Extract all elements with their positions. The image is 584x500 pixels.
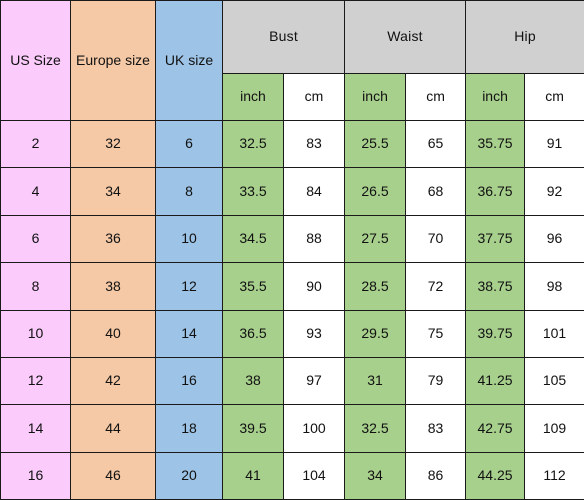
header-hip-cm: cm [524,73,584,121]
cell-europe-size: 32 [70,119,156,169]
cell-waist-cm: 65 [405,119,467,169]
cell-uk-size: 6 [155,119,223,169]
header-us-size: US Size [0,0,71,121]
cell-uk-size: 12 [155,262,223,311]
header-bust-inch: inch [222,73,284,121]
cell-hip-inch: 37.75 [465,214,526,264]
cell-uk-size: 10 [155,214,223,264]
cell-uk-size: 14 [155,309,223,358]
cell-hip-inch: 39.75 [465,309,526,358]
cell-waist-cm: 86 [405,451,467,500]
size-chart-table: US Size Europe size UK size Bust Waist H… [0,0,584,500]
table-row: 6 36 10 34.5 88 27.5 70 37.75 96 [0,214,584,264]
cell-bust-cm: 83 [282,119,346,169]
cell-uk-size: 8 [155,167,223,216]
cell-us-size: 10 [0,309,71,358]
cell-waist-inch: 28.5 [344,262,407,311]
header-hip: Hip [465,0,584,74]
cell-europe-size: 38 [70,262,156,311]
cell-waist-cm: 75 [405,309,467,358]
cell-hip-cm: 105 [524,356,584,406]
cell-bust-cm: 104 [282,451,346,500]
cell-bust-cm: 84 [282,167,346,216]
cell-hip-inch: 36.75 [465,167,526,216]
cell-hip-cm: 98 [524,262,584,311]
cell-us-size: 14 [0,404,71,453]
cell-hip-inch: 41.25 [465,356,526,406]
cell-uk-size: 20 [155,451,223,500]
table-row: 14 44 18 39.5 100 32.5 83 42.75 109 [0,404,584,453]
table-row: 16 46 20 41 104 34 86 44.25 112 [0,451,584,500]
cell-waist-inch: 32.5 [344,404,407,453]
cell-waist-inch: 34 [344,451,407,500]
cell-bust-cm: 97 [282,356,346,406]
cell-hip-inch: 35.75 [465,119,526,169]
cell-hip-cm: 101 [524,309,584,358]
table-row: 10 40 14 36.5 93 29.5 75 39.75 101 [0,309,584,358]
cell-us-size: 2 [0,119,71,169]
cell-hip-cm: 112 [524,451,584,500]
table-row: 12 42 16 38 97 31 79 41.25 105 [0,356,584,406]
cell-bust-cm: 90 [282,262,346,311]
cell-hip-inch: 44.25 [465,451,526,500]
cell-uk-size: 18 [155,404,223,453]
cell-us-size: 4 [0,167,71,216]
cell-bust-inch: 33.5 [222,167,284,216]
cell-europe-size: 42 [70,356,156,406]
cell-waist-cm: 70 [405,214,467,264]
cell-bust-cm: 88 [282,214,346,264]
cell-hip-cm: 109 [524,404,584,453]
cell-waist-inch: 26.5 [344,167,407,216]
cell-waist-cm: 79 [405,356,467,406]
cell-europe-size: 44 [70,404,156,453]
cell-hip-inch: 38.75 [465,262,526,311]
cell-europe-size: 40 [70,309,156,358]
cell-bust-cm: 100 [282,404,346,453]
table-row: 2 32 6 32.5 83 25.5 65 35.75 91 [0,119,584,169]
cell-hip-cm: 96 [524,214,584,264]
cell-bust-cm: 93 [282,309,346,358]
cell-uk-size: 16 [155,356,223,406]
cell-bust-inch: 41 [222,451,284,500]
cell-bust-inch: 38 [222,356,284,406]
cell-waist-inch: 29.5 [344,309,407,358]
table-body: 2 32 6 32.5 83 25.5 65 35.75 91 4 34 8 3… [0,119,584,500]
table-row: 4 34 8 33.5 84 26.5 68 36.75 92 [0,167,584,216]
header-waist: Waist [344,0,467,74]
cell-hip-cm: 91 [524,119,584,169]
cell-waist-inch: 31 [344,356,407,406]
cell-us-size: 6 [0,214,71,264]
cell-waist-cm: 83 [405,404,467,453]
cell-waist-inch: 27.5 [344,214,407,264]
cell-us-size: 16 [0,451,71,500]
cell-bust-inch: 32.5 [222,119,284,169]
cell-waist-inch: 25.5 [344,119,407,169]
header-bust: Bust [221,0,346,74]
cell-europe-size: 46 [70,451,156,500]
header-hip-inch: inch [465,73,526,121]
header-waist-inch: inch [344,73,407,121]
header-waist-cm: cm [405,73,467,121]
cell-bust-inch: 35.5 [222,262,284,311]
cell-hip-inch: 42.75 [465,404,526,453]
cell-europe-size: 36 [70,214,156,264]
header-uk-size: UK size [155,0,223,121]
header-bust-cm: cm [282,73,346,121]
cell-europe-size: 34 [70,167,156,216]
cell-us-size: 12 [0,356,71,406]
table-row: 8 38 12 35.5 90 28.5 72 38.75 98 [0,262,584,311]
header-europe-size: Europe size [70,0,156,121]
cell-bust-inch: 34.5 [222,214,284,264]
cell-bust-inch: 39.5 [222,404,284,453]
cell-waist-cm: 68 [405,167,467,216]
cell-hip-cm: 92 [524,167,584,216]
cell-us-size: 8 [0,262,71,311]
cell-bust-inch: 36.5 [222,309,284,358]
table-header-row: US Size Europe size UK size Bust Waist H… [0,0,584,121]
cell-waist-cm: 72 [405,262,467,311]
